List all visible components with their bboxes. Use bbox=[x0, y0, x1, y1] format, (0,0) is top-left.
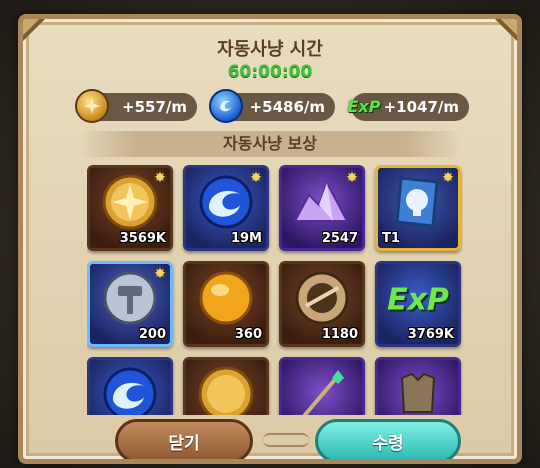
gold-rate: +557/m bbox=[75, 89, 197, 123]
item-quantity: 1180 bbox=[321, 327, 358, 342]
gem-rate-value: +5486/m bbox=[249, 98, 325, 116]
reward-item-blue-orb[interactable]: ✸ 19M bbox=[183, 165, 269, 251]
reward-item-gold-coin-2[interactable] bbox=[183, 357, 269, 415]
star-badge-icon: ✸ bbox=[442, 170, 454, 186]
item-quantity: 360 bbox=[234, 327, 262, 342]
reward-item-purple-crystal[interactable]: ✸ 2547 bbox=[279, 165, 365, 251]
close-button[interactable]: 닫기 bbox=[115, 419, 253, 459]
auto-hunt-panel: 자동사냥 시간 60:00:00 +557/m +5486/m ExP +104… bbox=[18, 14, 522, 464]
reward-item-hammer-token[interactable]: ✸ 200 bbox=[87, 261, 173, 347]
claim-button[interactable]: 수령 bbox=[315, 419, 461, 459]
hammer-token-icon bbox=[100, 268, 160, 332]
reward-grid[interactable]: ✸ 3569K ✸ 19M ✸ 2547 ✸ T1 ✸ 200 360 1180… bbox=[87, 165, 463, 415]
gold-rate-value: +557/m bbox=[122, 98, 187, 116]
auto-hunt-timer: 60:00:00 bbox=[227, 62, 313, 82]
reward-item-gold-coin[interactable]: ✸ 3569K bbox=[87, 165, 173, 251]
exp-rate: ExP +1047/m bbox=[348, 93, 469, 121]
divider-ornament bbox=[263, 433, 309, 447]
reward-item-armor[interactable] bbox=[375, 357, 461, 415]
blue-orb-icon bbox=[100, 364, 160, 415]
reward-item-green-staff[interactable] bbox=[279, 357, 365, 415]
exp-rate-value: +1047/m bbox=[383, 98, 459, 116]
reward-item-blue-orb-2[interactable] bbox=[87, 357, 173, 415]
exp-icon: ExP bbox=[347, 96, 381, 116]
item-quantity: T1 bbox=[382, 231, 400, 246]
rewards-section-title: 자동사냥 보상 bbox=[79, 131, 461, 157]
gem-rate: +5486/m bbox=[209, 89, 335, 123]
item-quantity: 3569K bbox=[119, 231, 166, 246]
armor-icon bbox=[388, 364, 448, 415]
exp-icon: ExP bbox=[387, 282, 449, 318]
blue-orb-icon bbox=[196, 172, 256, 236]
item-quantity: 19M bbox=[230, 231, 262, 246]
item-quantity: 3769K bbox=[407, 327, 454, 342]
star-badge-icon: ✸ bbox=[250, 170, 262, 186]
reward-item-tier-scroll[interactable]: ✸ T1 bbox=[375, 165, 461, 251]
reward-item-exp[interactable]: ExP 3769K bbox=[375, 261, 461, 347]
star-badge-icon: ✸ bbox=[346, 170, 358, 186]
head-scroll-icon bbox=[391, 172, 445, 236]
item-quantity: 2547 bbox=[321, 231, 358, 246]
star-badge-icon: ✸ bbox=[154, 266, 166, 282]
bronze-medallion-icon bbox=[292, 268, 352, 332]
reward-item-bronze-medallion[interactable]: 1180 bbox=[279, 261, 365, 347]
green-staff-icon bbox=[292, 364, 352, 415]
item-quantity: 200 bbox=[138, 327, 166, 342]
blue-gem-icon bbox=[209, 89, 243, 123]
reward-item-gold-orb[interactable]: 360 bbox=[183, 261, 269, 347]
panel-title: 자동사냥 시간 bbox=[217, 39, 323, 60]
star-badge-icon: ✸ bbox=[154, 170, 166, 186]
gold-coin-icon bbox=[75, 89, 109, 123]
gold-coin-icon bbox=[196, 364, 256, 415]
gold-orb-icon bbox=[196, 268, 256, 332]
gold-coin-icon bbox=[100, 172, 160, 236]
